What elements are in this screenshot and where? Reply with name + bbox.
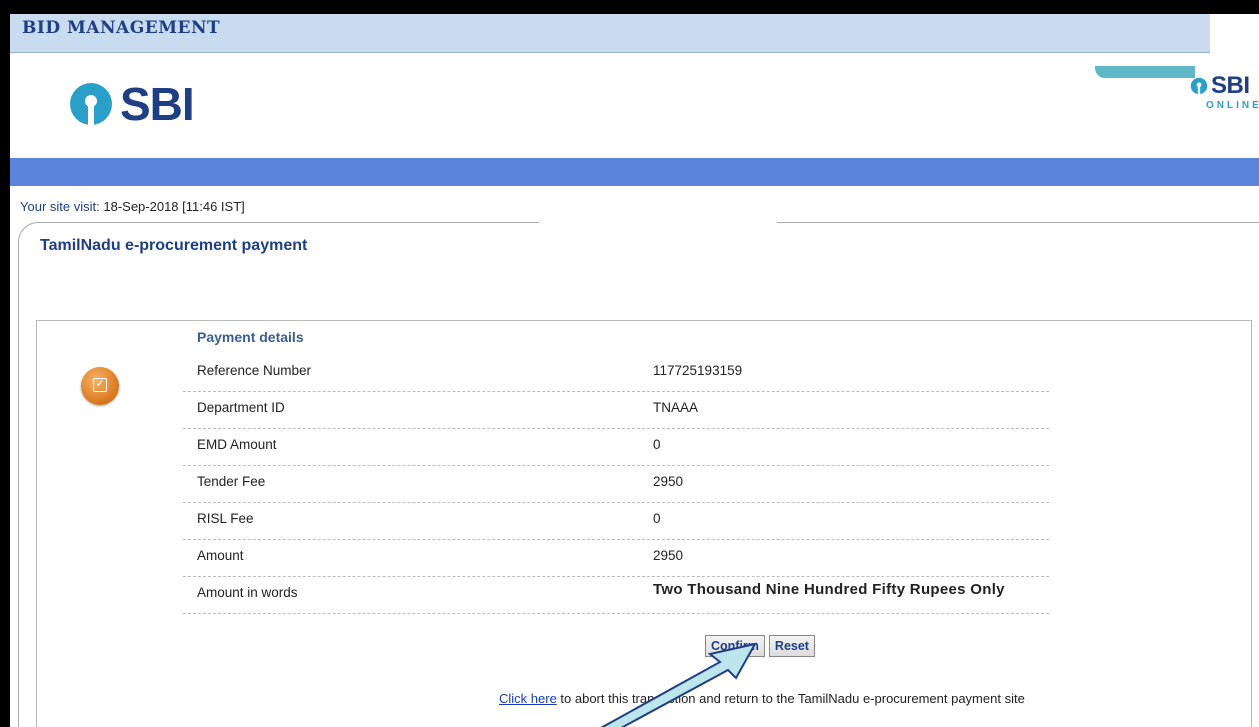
detail-value: 0 <box>653 437 661 452</box>
top-banner: BID MANAGEMENT <box>10 14 1210 53</box>
detail-label: EMD Amount <box>197 437 277 452</box>
site-visit-label: Your site visit: <box>20 199 100 214</box>
detail-value: 117725193159 <box>653 363 743 378</box>
sbi-online-logo: SBI ONLINE <box>1190 72 1259 111</box>
detail-label: Department ID <box>197 400 285 415</box>
browser-page: BID MANAGEMENT SBI SBI ONLINE Your site … <box>10 14 1259 727</box>
detail-row: Reference Number 117725193159 <box>183 355 1049 392</box>
detail-value: TNAAA <box>653 400 699 415</box>
sbi-keyhole-icon <box>70 83 112 127</box>
payment-details: Payment details Reference Number 1177251… <box>183 325 1049 614</box>
reset-button[interactable]: Reset <box>768 635 815 657</box>
detail-row: RISL Fee 0 <box>183 503 1049 540</box>
nav-bar <box>10 158 1259 186</box>
detail-row: Amount in words Two Thousand Nine Hundre… <box>183 577 1049 614</box>
detail-value: 0 <box>653 511 661 526</box>
detail-label: Amount in words <box>197 585 298 600</box>
detail-label: Tender Fee <box>197 474 266 489</box>
sbi-keyhole-small-icon <box>1190 77 1208 95</box>
callout-arrow-icon <box>600 642 757 727</box>
checkbox-badge-icon: ✓ <box>81 367 119 405</box>
logo-text: SBI <box>120 78 195 130</box>
amount-in-words-value: Two Thousand Nine Hundred Fifty Rupees O… <box>653 581 1005 598</box>
panel-edge <box>18 242 19 727</box>
blank-area <box>542 212 777 268</box>
site-visit-info: Your site visit: 18-Sep-2018 [11:46 IST] <box>20 199 245 214</box>
detail-row: Department ID TNAAA <box>183 392 1049 429</box>
site-visit-value: 18-Sep-2018 [11:46 IST] <box>103 199 245 214</box>
detail-value: 2950 <box>653 474 684 489</box>
online-logo-text: SBI <box>1211 72 1250 99</box>
detail-label: RISL Fee <box>197 511 254 526</box>
detail-row: Tender Fee 2950 <box>183 466 1049 503</box>
payment-details-heading: Payment details <box>197 329 304 345</box>
online-logo-subtext: ONLINE <box>1206 100 1259 111</box>
detail-value: 2950 <box>653 548 684 563</box>
banner-title: BID MANAGEMENT <box>22 18 221 38</box>
abort-link[interactable]: Click here <box>499 691 557 706</box>
sbi-logo: SBI <box>68 78 195 130</box>
detail-label: Amount <box>197 548 244 563</box>
detail-row: EMD Amount 0 <box>183 429 1049 466</box>
detail-row: Amount 2950 <box>183 540 1049 577</box>
online-logo-bar <box>1095 66 1195 78</box>
page-title: TamilNadu e-procurement payment <box>40 237 308 254</box>
panel-border-right <box>777 222 1259 223</box>
detail-label: Reference Number <box>197 363 312 378</box>
